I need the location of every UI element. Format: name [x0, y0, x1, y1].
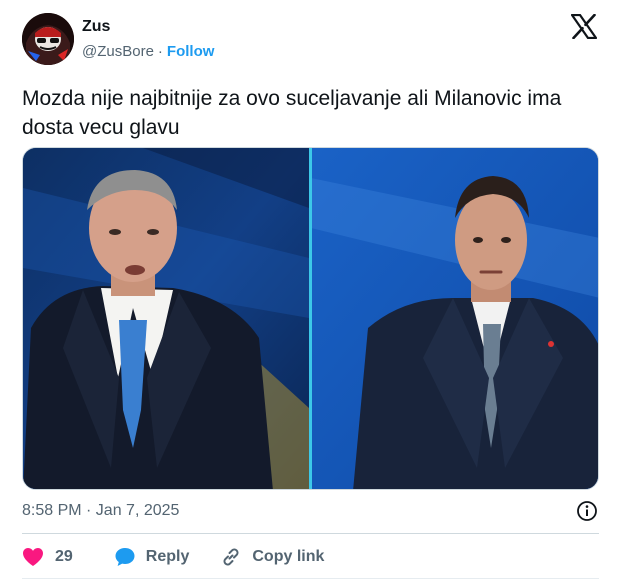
reply-label: Reply	[145, 548, 190, 565]
action-bar: 29 Reply Copy link	[22, 544, 324, 570]
author-handle-row: @ZusBore · Follow	[82, 43, 214, 60]
heart-icon	[22, 547, 44, 567]
reply-button[interactable]: Reply	[104, 547, 190, 567]
follow-button[interactable]: Follow	[167, 43, 215, 60]
tweet-text: Mozda nije najbitnije za ovo suceljavanj…	[22, 87, 562, 139]
tweet-media-image[interactable]	[22, 147, 599, 490]
tweet-timestamp[interactable]: 8:58 PM · Jan 7, 2025	[22, 502, 179, 520]
tweet-card: Zus @ZusBore · Follow Mozda nije najbitnij…	[0, 0, 622, 583]
like-count: 29	[55, 548, 73, 565]
x-logo-icon[interactable]	[570, 13, 598, 40]
reply-bubble-icon	[114, 547, 136, 567]
copy-link-label: Copy link	[252, 548, 325, 565]
bottom-divider	[22, 578, 599, 579]
info-icon[interactable]	[576, 500, 598, 522]
copy-link-button[interactable]: Copy link	[210, 546, 324, 568]
separator: ·	[157, 43, 163, 60]
avatar[interactable]	[22, 13, 74, 65]
link-icon	[220, 546, 242, 568]
author-handle[interactable]: @ZusBore	[82, 43, 154, 60]
author-name[interactable]: Zus	[82, 18, 110, 36]
like-button[interactable]: 29	[22, 547, 73, 567]
divider	[22, 533, 599, 534]
